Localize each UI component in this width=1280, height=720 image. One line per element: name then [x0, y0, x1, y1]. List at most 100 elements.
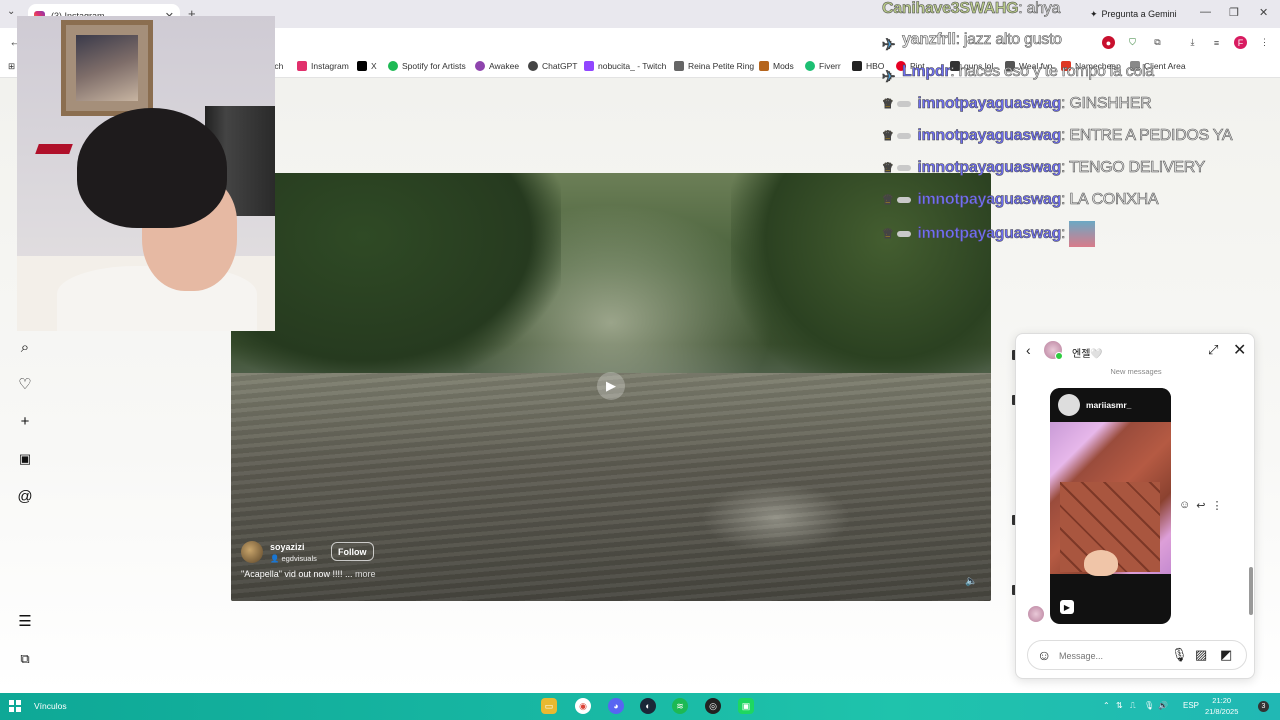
tab-list-icon[interactable]: ⌄ [7, 6, 15, 17]
painting-art [76, 35, 138, 101]
close-icon[interactable]: ✕ [1233, 340, 1246, 360]
more-link[interactable]: more [355, 569, 376, 579]
apps-grid-icon[interactable]: ⊞ [8, 61, 15, 72]
follow-button[interactable]: Follow [331, 542, 374, 561]
bookmark-item[interactable]: Mods [759, 61, 794, 71]
chatgpt-icon [528, 61, 538, 71]
bookmark-item[interactable]: nobucita_ - Twitch [584, 61, 666, 71]
new-messages-divider: New messages [1110, 367, 1162, 376]
image-icon[interactable]: ▨ [1195, 647, 1207, 663]
gemini-button[interactable]: ✦ Pregunta a Gemini [1080, 5, 1187, 23]
reel-video[interactable]: ▶ soyazizi 👤 egdvisuals Follow "Acapella… [231, 173, 991, 601]
menu-icon[interactable]: ☰ [14, 610, 36, 632]
shield-icon[interactable]: ⛉ [1126, 36, 1139, 49]
author-username[interactable]: soyazizi [270, 542, 317, 552]
scrollbar[interactable] [1249, 567, 1253, 615]
profile-avatar[interactable]: F [1234, 36, 1247, 49]
message-input[interactable] [1059, 647, 1159, 664]
media-icon[interactable]: ≡ [1210, 36, 1223, 49]
dm-header: ‹ 엔젤🤍 ⤢ ✕ [1016, 334, 1254, 367]
chat-message: ✈ yanzfrll: jazz alto gusto [882, 31, 1063, 54]
instagram-icon [297, 61, 307, 71]
bookmark-item[interactable]: X [357, 61, 377, 71]
badge-icon: ✈ [882, 68, 896, 87]
bookmark-item[interactable]: Instagram [297, 61, 349, 71]
ring-icon [674, 61, 684, 71]
bookmark-item[interactable]: Spotify for Artists [388, 61, 466, 71]
chat-message: ♛ imnotpayaguaswag: TENGO DELIVERY [882, 159, 1206, 177]
notification-badge[interactable]: 3 [1258, 701, 1269, 712]
heart-icon[interactable]: ♡ [14, 373, 36, 395]
language-indicator[interactable]: ESP [1183, 701, 1199, 710]
speaker-icon[interactable]: 🔊 [1158, 701, 1168, 710]
bookmark-item[interactable]: Reina Petite Ring [674, 61, 754, 71]
taskbar: Vínculos ▭ ◉ ◕ ◐ ≋ ◎ ▣ ⌃ ⇅ ⎍ 🎙 🔊 ESP 21:… [0, 693, 1280, 720]
obs-icon[interactable]: ◎ [705, 698, 721, 714]
chrome-icon[interactable]: ◉ [575, 698, 591, 714]
wall-painting [61, 20, 153, 116]
shared-reel-thumbnail[interactable] [1050, 422, 1171, 576]
crown-icon: ♛ [882, 192, 894, 208]
reply-icon[interactable]: ↩ [1196, 499, 1205, 512]
bookmark-item[interactable]: Fiverr [805, 61, 841, 71]
x-icon [357, 61, 367, 71]
badge-icon [897, 231, 912, 237]
app-icon[interactable]: ▣ [738, 698, 754, 714]
mods-icon [759, 61, 769, 71]
play-icon[interactable]: ▶ [597, 372, 625, 400]
crown-icon: ♛ [882, 96, 894, 112]
analytics-icon[interactable]: ▣ [14, 448, 36, 470]
file-explorer-icon[interactable]: ▭ [541, 698, 557, 714]
bookmark-item[interactable]: ChatGPT [528, 61, 577, 71]
volume-icon[interactable]: 🔈 [965, 576, 977, 587]
contact-name[interactable]: 엔젤🤍 [1072, 345, 1103, 360]
gemini-label: Pregunta a Gemini [1101, 9, 1177, 19]
back-icon[interactable]: ‹ [1026, 342, 1031, 358]
chat-message: ♛ imnotpayaguaswag: GINSHHER [882, 95, 1152, 113]
react-icon[interactable]: ☺ [1179, 499, 1190, 512]
mic-icon[interactable]: 🎙 [1144, 701, 1154, 710]
browser-menu-icon[interactable]: ⋮ [1258, 36, 1271, 49]
search-icon[interactable]: ⌕ [14, 336, 36, 358]
usb-icon[interactable]: ⎍ [1130, 701, 1136, 711]
spotify-icon[interactable]: ≋ [672, 698, 688, 714]
dm-panel: ‹ 엔젤🤍 ⤢ ✕ New messages mariiasmr_ ▶ ☺ ↩ … [1015, 333, 1255, 679]
extensions-puzzle-icon[interactable]: ⧉ [1151, 36, 1164, 49]
threads-icon[interactable]: @ [14, 485, 36, 507]
emoji-icon[interactable]: ☺ [1037, 647, 1051, 663]
start-icon[interactable] [9, 700, 21, 712]
streamer-hair [77, 108, 227, 228]
clock[interactable]: 21:20 21/8/2025 [1205, 695, 1238, 717]
plus-icon[interactable]: + [14, 410, 36, 432]
steam-icon[interactable]: ◐ [640, 698, 656, 714]
video-scene [231, 373, 991, 601]
shared-reel-card[interactable]: mariiasmr_ ▶ [1050, 388, 1171, 624]
reel-icon: ▶ [1060, 600, 1074, 614]
bookmark-item[interactable]: Awakee [475, 61, 519, 71]
window-close-icon[interactable]: ✕ [1259, 6, 1268, 19]
sticker-icon[interactable]: ◩ [1220, 647, 1232, 663]
microphone-icon[interactable]: 🎙 [1171, 647, 1188, 663]
shared-user-name[interactable]: mariiasmr_ [1086, 400, 1131, 410]
more-options-icon[interactable]: ⋮ [1211, 499, 1222, 512]
expand-icon[interactable]: ⤢ [1208, 342, 1218, 358]
chat-message: ♛ imnotpayaguaswag: [882, 221, 1096, 247]
contact-avatar[interactable] [1044, 341, 1063, 360]
reel-author[interactable]: soyazizi 👤 egdvisuals [241, 541, 317, 563]
collab-username[interactable]: 👤 egdvisuals [270, 554, 317, 563]
spotify-icon [388, 61, 398, 71]
network-icon[interactable]: ⇅ [1116, 701, 1123, 710]
restore-icon[interactable]: ❐ [1229, 6, 1239, 19]
tray-expand-icon[interactable]: ⌃ [1103, 701, 1110, 710]
shared-user-avatar [1058, 394, 1080, 416]
taskbar-label[interactable]: Vínculos [34, 701, 67, 711]
discord-icon[interactable]: ◕ [608, 698, 624, 714]
extension-icon[interactable]: ● [1102, 36, 1115, 49]
badge-icon [897, 132, 912, 139]
download-icon[interactable]: ⤓ [1186, 36, 1199, 49]
minimize-icon[interactable]: — [1200, 6, 1211, 18]
author-avatar[interactable] [241, 541, 263, 563]
apps-icon[interactable]: ⧉ [14, 648, 36, 670]
bookmark-item[interactable]: HBO [852, 61, 884, 71]
video-scene [231, 173, 561, 383]
